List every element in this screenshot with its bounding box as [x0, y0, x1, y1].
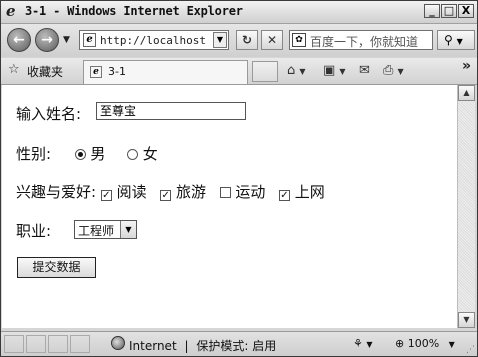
submit-button[interactable]: 提交数据: [17, 257, 96, 278]
name-label: 输入姓名:: [16, 105, 82, 123]
status-panel: [48, 335, 68, 353]
gender-radio-female[interactable]: [126, 149, 138, 160]
address-url[interactable]: http://localhost:8: [100, 34, 208, 47]
print-icon[interactable]: ⎙ ▼: [383, 63, 404, 78]
gender-radio-male[interactable]: [74, 149, 86, 160]
hobby-checkbox-internet[interactable]: ✓: [278, 190, 290, 201]
window-title: 3-1 - Windows Internet Explorer: [25, 4, 243, 18]
search-icon: ⚲: [444, 33, 453, 47]
hobby-travel: 旅游: [175, 183, 206, 201]
history-dropdown-icon[interactable]: ▼: [63, 35, 70, 45]
hobby-checkbox-sports[interactable]: [219, 187, 231, 198]
search-dropdown-icon: ▼: [456, 37, 463, 46]
hobby-reading: 阅读: [116, 183, 147, 201]
gender-option-male: 男: [90, 145, 106, 163]
status-bar: Internet | 保护模式: 启用 ⚘ ▼ ⊕ 100% ▼ ⋰: [1, 331, 477, 356]
maximize-button[interactable]: □: [441, 4, 457, 18]
security-icon[interactable]: ⚘ ▼: [353, 337, 373, 350]
gender-row: 性别: 男 女: [16, 143, 158, 164]
globe-icon: [111, 336, 125, 350]
hobby-row: 兴趣与爱好: ✓ 阅读 ✓ 旅游 运动 ✓ 上网: [16, 181, 325, 202]
baidu-icon: ✿: [292, 33, 306, 47]
more-tools-chevron-icon[interactable]: »: [462, 58, 471, 74]
job-label: 职业:: [16, 222, 52, 240]
hobby-checkbox-travel[interactable]: ✓: [160, 190, 172, 201]
hobby-internet: 上网: [294, 183, 325, 201]
resize-grip-icon[interactable]: ⋰: [466, 345, 475, 355]
scroll-down-icon[interactable]: ▼: [458, 312, 475, 328]
close-button[interactable]: X: [458, 4, 474, 18]
zoom-icon: ⊕: [395, 337, 405, 350]
home-icon[interactable]: ⌂ ▼: [287, 63, 306, 78]
tab-title: 3-1: [108, 65, 126, 78]
job-select[interactable]: 工程师 ▼: [74, 220, 137, 239]
page-icon: e: [83, 33, 96, 47]
search-button[interactable]: ⚲ ▼: [437, 30, 475, 50]
page-icon: e: [90, 66, 102, 78]
refresh-icon[interactable]: ↻: [236, 30, 258, 50]
browser-window: e 3-1 - Windows Internet Explorer _ □ X …: [0, 0, 478, 357]
status-zone: Internet | 保护模式: 启用: [129, 337, 276, 354]
gender-option-female: 女: [142, 145, 158, 163]
zoom-control[interactable]: ⊕ 100% ▼: [395, 337, 455, 350]
minimize-button[interactable]: _: [424, 4, 440, 18]
forward-arrow-icon[interactable]: →: [35, 28, 59, 52]
name-field[interactable]: 至尊宝: [96, 102, 246, 120]
favorites-bar: ☆ 收藏夹 e 3-1 ⌂ ▼ ▣ ▼ ✉ ⎙ ▼ »: [1, 58, 477, 85]
status-panel: [26, 335, 46, 353]
hobby-label: 兴趣与爱好:: [16, 183, 97, 201]
protected-mode-label: 保护模式: 启用: [196, 339, 277, 353]
job-selected-value: 工程师: [78, 224, 115, 238]
chevron-down-icon[interactable]: ▼: [120, 221, 136, 238]
zone-label: Internet: [129, 339, 177, 353]
scroll-up-icon[interactable]: ▲: [458, 85, 475, 101]
search-placeholder: 百度一下，你就知道: [310, 35, 419, 49]
mail-icon[interactable]: ✉: [359, 63, 370, 78]
status-panel: [4, 335, 24, 353]
new-tab-button[interactable]: [252, 61, 278, 82]
vertical-scrollbar[interactable]: ▲ ▼: [457, 85, 475, 328]
zoom-dropdown-icon: ▼: [448, 340, 455, 349]
rss-icon[interactable]: ▣ ▼: [323, 63, 346, 78]
address-dropdown-icon[interactable]: ▼: [213, 32, 227, 48]
title-bar: e 3-1 - Windows Internet Explorer _ □ X: [1, 1, 477, 24]
page-content: 输入姓名: 至尊宝 性别: 男 女 兴趣与爱好: ✓ 阅读 ✓ 旅游 运动 ✓ …: [2, 85, 457, 328]
gender-label: 性别:: [16, 145, 52, 163]
favorites-button[interactable]: 收藏夹: [27, 63, 63, 80]
hobby-sports: 运动: [235, 183, 266, 201]
navigation-bar: ← → ▼ e http://localhost:8 ▼ ↻ ✕ ✿ 百度一下，…: [1, 24, 477, 57]
address-bar[interactable]: e http://localhost:8 ▼: [79, 30, 229, 50]
hobby-checkbox-reading[interactable]: ✓: [100, 190, 112, 201]
zoom-level: 100%: [407, 337, 440, 350]
search-input[interactable]: ✿ 百度一下，你就知道: [289, 30, 433, 50]
status-separator: |: [184, 339, 189, 353]
ie-logo-icon: e: [6, 2, 16, 20]
tab-3-1[interactable]: e 3-1: [83, 60, 248, 84]
stop-icon[interactable]: ✕: [261, 30, 283, 50]
back-arrow-icon[interactable]: ←: [7, 28, 31, 52]
status-panel: [70, 335, 90, 353]
star-icon[interactable]: ☆: [8, 62, 20, 77]
